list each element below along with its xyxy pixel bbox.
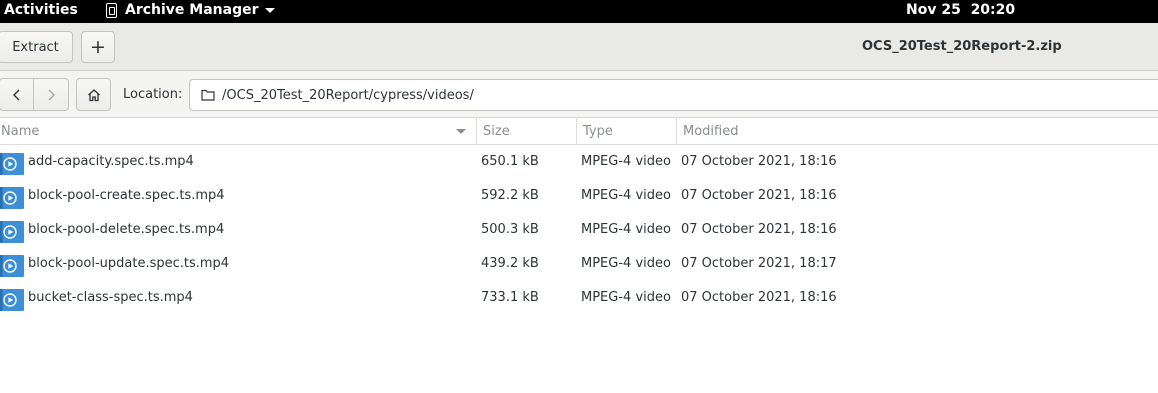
activities-button[interactable]: Activities xyxy=(4,2,78,18)
file-modified: 07 October 2021, 18:16 xyxy=(681,188,837,203)
file-size: 592.2 kB xyxy=(481,188,539,203)
home-icon xyxy=(87,88,100,101)
extract-button[interactable]: Extract xyxy=(0,31,73,63)
video-file-icon xyxy=(0,255,24,277)
clock[interactable]: Nov 25 20:20 xyxy=(906,2,1015,18)
file-type: MPEG-4 video xyxy=(581,290,671,305)
file-row[interactable]: add-capacity.spec.ts.mp4 650.1 kB MPEG-4… xyxy=(0,145,1158,179)
column-type-label: Type xyxy=(583,124,613,139)
column-modified-label: Modified xyxy=(683,124,739,139)
file-list: add-capacity.spec.ts.mp4 650.1 kB MPEG-4… xyxy=(0,145,1158,315)
file-row[interactable]: block-pool-delete.spec.ts.mp4 500.3 kB M… xyxy=(0,213,1158,247)
column-name-header[interactable]: Name xyxy=(0,118,476,145)
sort-descending-icon xyxy=(456,129,466,134)
file-row[interactable]: block-pool-update.spec.ts.mp4 439.2 kB M… xyxy=(0,247,1158,281)
window-title: OCS_20Test_20Report-2.zip xyxy=(862,39,1062,54)
file-modified: 07 October 2021, 18:16 xyxy=(681,222,837,237)
file-modified: 07 October 2021, 18:17 xyxy=(681,256,837,271)
header-bar: Extract + OCS_20Test_20Report-2.zip xyxy=(0,23,1158,71)
location-path: /OCS_20Test_20Report/cypress/videos/ xyxy=(222,87,474,103)
forward-button[interactable] xyxy=(34,79,68,110)
column-type-header[interactable]: Type xyxy=(576,118,676,145)
file-type: MPEG-4 video xyxy=(581,222,671,237)
column-modified-header[interactable]: Modified xyxy=(676,118,1158,145)
video-file-icon xyxy=(0,289,24,311)
column-name-label: Name xyxy=(1,124,40,139)
column-header: Name Size Type Modified xyxy=(0,118,1158,145)
app-menu[interactable]: Archive Manager xyxy=(106,2,275,18)
video-file-icon xyxy=(0,221,24,243)
column-size-label: Size xyxy=(483,124,510,139)
location-bar: Location: /OCS_20Test_20Report/cypress/v… xyxy=(0,71,1158,118)
folder-icon xyxy=(201,89,215,101)
video-file-icon xyxy=(0,153,24,175)
file-type: MPEG-4 video xyxy=(581,256,671,271)
column-size-header[interactable]: Size xyxy=(476,118,576,145)
location-field[interactable]: /OCS_20Test_20Report/cypress/videos/ xyxy=(189,79,1158,111)
plus-icon: + xyxy=(90,36,106,58)
back-button[interactable] xyxy=(0,79,35,110)
chevron-right-icon xyxy=(48,89,55,100)
file-size: 500.3 kB xyxy=(481,222,539,237)
archive-app-icon xyxy=(106,2,117,18)
file-modified: 07 October 2021, 18:16 xyxy=(681,154,837,169)
file-row[interactable]: bucket-class-spec.ts.mp4 733.1 kB MPEG-4… xyxy=(0,281,1158,315)
app-menu-label: Archive Manager xyxy=(125,2,259,18)
add-files-button[interactable]: + xyxy=(81,31,115,63)
file-name: bucket-class-spec.ts.mp4 xyxy=(28,290,193,305)
video-file-icon xyxy=(0,187,24,209)
file-name: block-pool-update.spec.ts.mp4 xyxy=(28,256,230,271)
navigation-buttons xyxy=(0,78,69,111)
home-button[interactable] xyxy=(76,78,111,111)
chevron-left-icon xyxy=(12,89,19,100)
file-type: MPEG-4 video xyxy=(581,188,671,203)
file-name: add-capacity.spec.ts.mp4 xyxy=(28,154,194,169)
file-size: 650.1 kB xyxy=(481,154,539,169)
file-name: block-pool-create.spec.ts.mp4 xyxy=(28,188,225,203)
file-size: 439.2 kB xyxy=(481,256,539,271)
file-modified: 07 October 2021, 18:16 xyxy=(681,290,837,305)
file-row[interactable]: block-pool-create.spec.ts.mp4 592.2 kB M… xyxy=(0,179,1158,213)
top-panel: Activities Archive Manager Nov 25 20:20 xyxy=(0,0,1158,23)
file-name: block-pool-delete.spec.ts.mp4 xyxy=(28,222,225,237)
file-type: MPEG-4 video xyxy=(581,154,671,169)
chevron-down-icon xyxy=(264,8,275,13)
file-size: 733.1 kB xyxy=(481,290,539,305)
location-label: Location: xyxy=(123,87,183,102)
